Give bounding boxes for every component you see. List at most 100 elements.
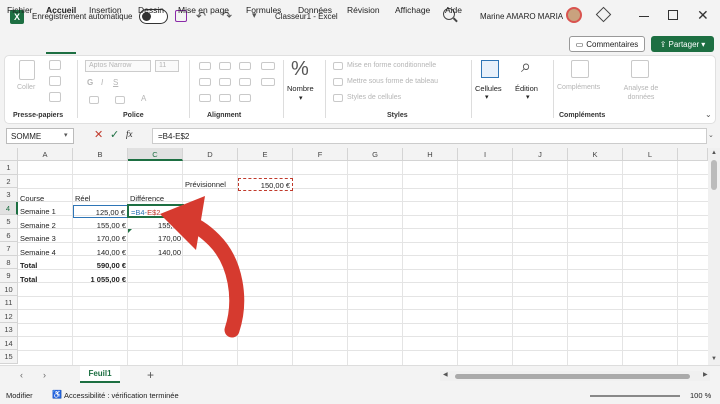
font-color-icon[interactable]: A [141,94,146,103]
row-header[interactable]: 10 [0,282,18,296]
align-middle-icon[interactable] [219,62,231,70]
align-top-icon[interactable] [199,62,211,70]
minimize-icon[interactable] [639,16,649,17]
next-sheet-icon[interactable]: › [43,370,46,380]
row-header[interactable]: 3 [0,188,18,202]
column-header-k[interactable]: K [568,148,623,161]
row-header[interactable]: 5 [0,215,18,229]
editing-button[interactable]: Édition [515,84,538,93]
scroll-right-icon[interactable]: ▶ [703,371,708,378]
select-all-corner[interactable] [0,148,18,161]
expand-formula-bar-icon[interactable]: ⌄ [708,131,714,139]
spreadsheet-grid[interactable]: A B C D E F G H I J K L 1 2 3 4 5 6 7 8 … [0,148,708,365]
find-icon[interactable]: ⌕ [521,56,531,77]
analyze-data-button[interactable]: Analyse de données [621,84,661,102]
sheet-tab-feuil1[interactable]: Feuil1 [80,366,120,383]
row-header[interactable]: 9 [0,269,18,283]
cell-c3[interactable]: Différence [128,192,183,206]
wrap-text-icon[interactable] [261,62,275,70]
column-header-i[interactable]: I [458,148,513,161]
cell-d2[interactable]: Prévisionnel [183,178,239,192]
cell-b3[interactable]: Réel [73,192,128,206]
vertical-scroll-thumb[interactable] [711,160,717,190]
cell-b4[interactable]: 125,00 € [73,204,128,218]
font-name-select[interactable]: Aptos Narrow [85,60,151,72]
chevron-down-icon[interactable]: ▾ [64,131,68,139]
comments-button[interactable]: ▭ Commentaires [569,36,645,52]
align-right-icon[interactable] [239,78,251,86]
row-header[interactable]: 12 [0,309,18,323]
cells-icon[interactable] [481,60,499,78]
font-size-select[interactable]: 11 [155,60,179,72]
cell-a3[interactable]: Course [18,192,73,206]
analyze-data-icon[interactable] [631,60,649,78]
cell-a4[interactable]: Semaine 1 [18,205,73,219]
maximize-icon[interactable] [668,10,678,20]
row-header[interactable]: 2 [0,174,18,188]
row-header[interactable]: 13 [0,323,18,337]
row-header[interactable]: 11 [0,296,18,310]
add-sheet-button[interactable]: + [147,368,154,382]
column-header-j[interactable]: J [513,148,568,161]
share-button[interactable]: ⇪ Partager ▾ [651,36,714,52]
row-header[interactable]: 4 [0,201,18,215]
tab-aide[interactable]: Aide [445,5,462,15]
close-icon[interactable]: ✕ [697,7,709,24]
paste-icon[interactable] [19,60,35,80]
horizontal-scroll-thumb[interactable] [455,374,690,379]
fill-color-icon[interactable] [115,96,125,104]
conditional-format-button[interactable]: Mise en forme conditionnelle [347,62,436,69]
zoom-slider[interactable] [590,395,680,397]
number-format-button[interactable]: Nombre [287,84,314,93]
row-header[interactable]: 15 [0,350,18,364]
formula-input[interactable]: =B4-E$2 [152,128,707,144]
cell-b6[interactable]: 170,00 € [73,232,128,246]
cell-c7[interactable]: 140,00 [128,246,183,260]
merge-center-icon[interactable] [261,78,275,86]
cell-b8[interactable]: 590,00 € [73,259,128,273]
align-left-icon[interactable] [199,78,211,86]
tab-donnees[interactable]: Données [298,5,332,15]
tab-affichage[interactable]: Affichage [395,5,430,15]
borders-icon[interactable] [89,96,99,104]
previous-sheet-icon[interactable]: ‹ [20,370,23,380]
column-header-d[interactable]: D [183,148,238,161]
column-header-g[interactable]: G [348,148,403,161]
column-header-b[interactable]: B [73,148,128,161]
tab-insertion[interactable]: Insertion [89,5,122,15]
avatar[interactable] [566,7,582,23]
cell-c5[interactable]: 155,00 [128,219,183,233]
cell-b9[interactable]: 1 055,00 € [73,273,128,287]
cell-b7[interactable]: 140,00 € [73,246,128,260]
cell-e2[interactable]: 150,00 € [238,177,293,191]
column-header-f[interactable]: F [293,148,348,161]
tab-fichier[interactable]: Fichier [7,5,33,15]
format-as-table-button[interactable]: Mettre sous forme de tableau [347,78,438,85]
paste-label[interactable]: Coller [17,84,35,91]
increase-indent-icon[interactable] [219,94,231,102]
cell-b5[interactable]: 155,00 € [73,219,128,233]
addins-button[interactable]: Compléments [557,84,600,91]
italic-icon[interactable]: I [101,78,103,87]
tab-formules[interactable]: Formules [246,5,281,15]
column-header-c[interactable]: C [128,148,183,161]
row-header[interactable]: 8 [0,255,18,269]
cut-icon[interactable] [49,60,61,70]
enter-icon[interactable]: ✓ [110,128,119,141]
column-header-e[interactable]: E [238,148,293,161]
align-center-icon[interactable] [219,78,231,86]
cell-a9[interactable]: Total [18,273,73,287]
decrease-indent-icon[interactable] [199,94,211,102]
column-header-m[interactable] [678,148,708,161]
cell-a8[interactable]: Total [18,259,73,273]
cell-c4-editing[interactable]: =B4-E$2 [127,204,184,218]
percent-icon[interactable]: % [291,58,309,81]
user-name[interactable]: Marine AMARO MARIA [480,12,563,21]
tab-accueil[interactable]: Accueil [46,5,76,15]
scroll-down-icon[interactable]: ▼ [711,356,717,362]
row-header[interactable]: 14 [0,336,18,350]
cell-styles-button[interactable]: Styles de cellules [347,94,401,101]
tab-revision[interactable]: Révision [347,5,380,15]
bold-icon[interactable]: G [87,78,93,87]
accessibility-icon[interactable]: ♿ [52,390,62,399]
